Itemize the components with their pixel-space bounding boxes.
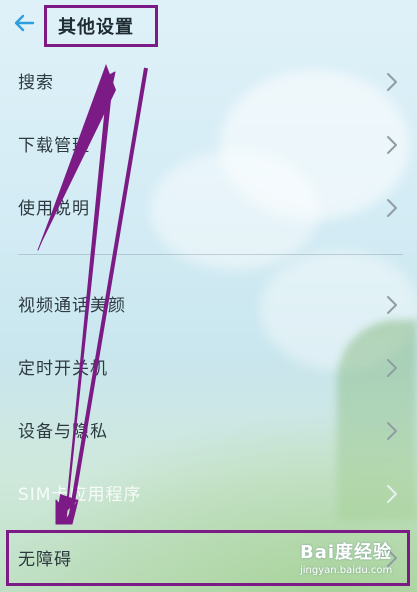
settings-item-instructions[interactable]: 使用说明 <box>0 180 417 236</box>
item-label: 下载管理 <box>18 136 90 156</box>
header: 其他设置 <box>0 0 417 50</box>
chevron-right-icon <box>385 71 399 93</box>
item-label: 搜索 <box>18 73 54 93</box>
baidu-jingyan-watermark: Bai度经验 jingyan.baidu.com <box>300 538 412 590</box>
annotation-box-title <box>44 5 158 47</box>
settings-item-sim-apps[interactable]: SIM卡应用程序 <box>0 466 417 522</box>
chevron-right-icon <box>385 134 399 156</box>
settings-item-video-call-beauty[interactable]: 视频通话美颜 <box>0 277 417 333</box>
back-arrow-icon[interactable] <box>12 10 38 36</box>
settings-item-search[interactable]: 搜索 <box>0 54 417 110</box>
settings-item-device-privacy[interactable]: 设备与隐私 <box>0 403 417 459</box>
item-label: 视频通话美颜 <box>18 296 126 316</box>
chevron-right-icon <box>385 197 399 219</box>
settings-item-download-management[interactable]: 下载管理 <box>0 117 417 173</box>
chevron-right-icon <box>385 420 399 442</box>
chevron-right-icon <box>385 357 399 379</box>
chevron-right-icon <box>385 483 399 505</box>
item-label: 设备与隐私 <box>18 422 108 442</box>
item-label: 使用说明 <box>18 199 90 219</box>
watermark-main-text: Bai度经验 <box>300 542 393 563</box>
item-label: 定时开关机 <box>18 359 108 379</box>
section-divider <box>18 254 403 255</box>
watermark-sub-text: jingyan.baidu.com <box>300 565 393 576</box>
chevron-right-icon <box>385 294 399 316</box>
item-label: SIM卡应用程序 <box>18 485 142 505</box>
settings-item-scheduled-power[interactable]: 定时开关机 <box>0 340 417 396</box>
